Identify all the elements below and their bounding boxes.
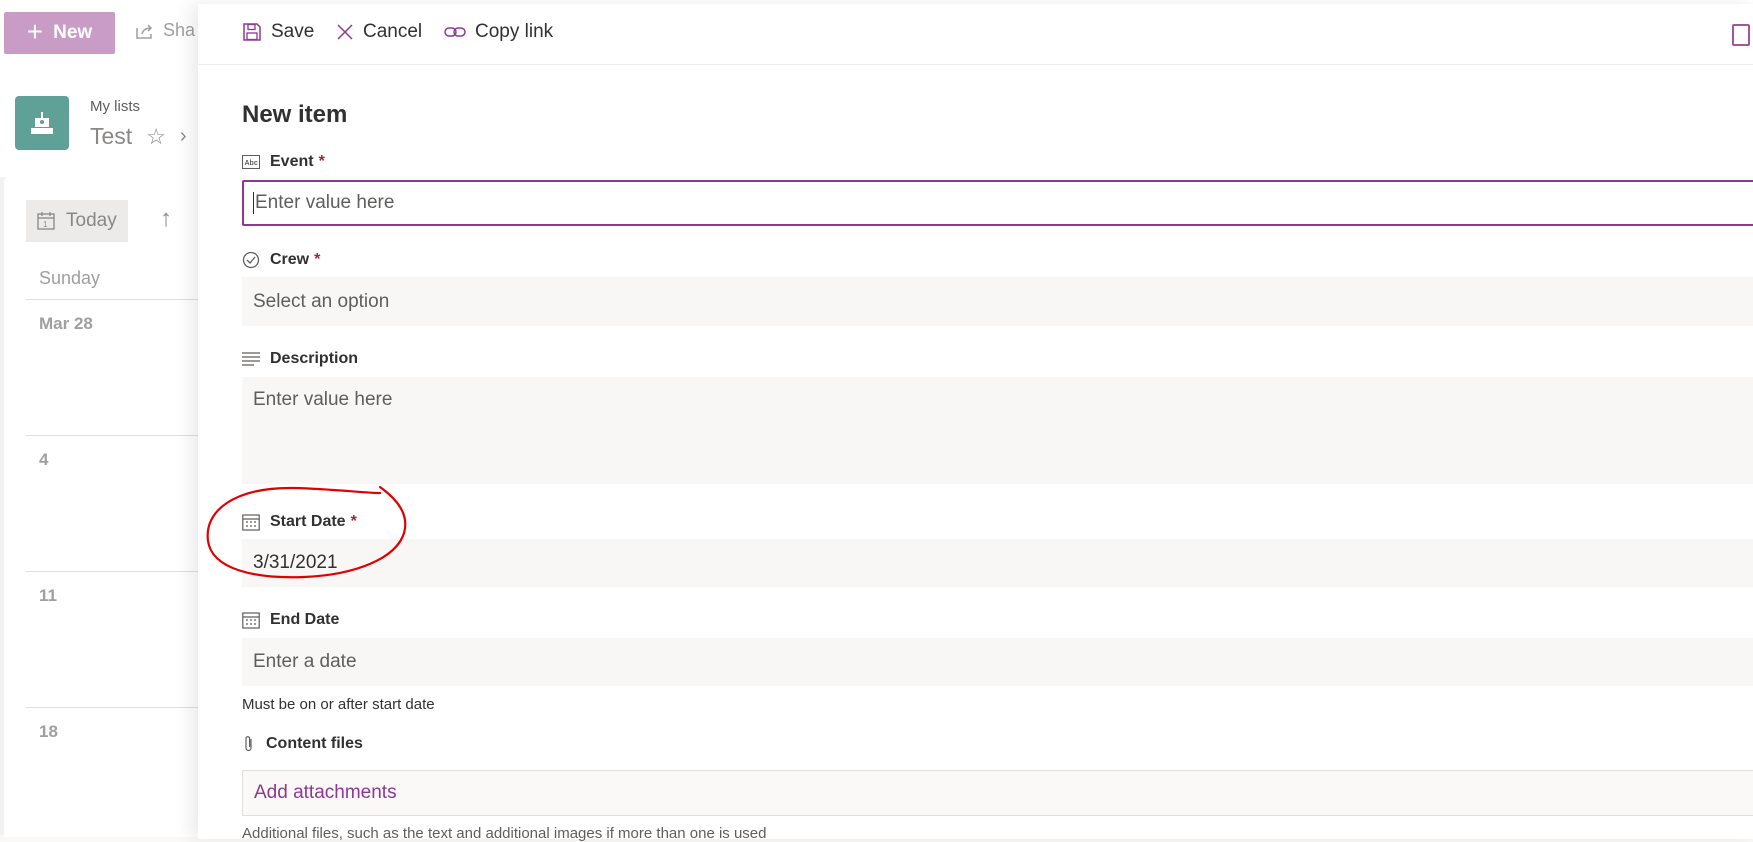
add-attachments-link[interactable]: Add attachments <box>254 782 397 804</box>
calendar-icon <box>242 612 260 629</box>
plus-icon: + <box>26 15 44 47</box>
save-icon <box>243 23 261 41</box>
multiline-text-icon <box>242 352 260 366</box>
end-date-helper-text: Must be on or after start date <box>242 696 435 713</box>
calendar-divider <box>26 707 226 708</box>
description-label: Description <box>242 350 358 368</box>
paperclip-icon <box>245 736 252 752</box>
start-date-value: 3/31/2021 <box>253 552 338 573</box>
required-marker: * <box>318 153 325 170</box>
link-icon <box>444 27 466 37</box>
event-label: Abc Event * <box>242 153 325 171</box>
chevron-right-icon[interactable]: › <box>180 125 187 148</box>
today-button-label: Today <box>66 210 117 231</box>
content-files-helper-text: Additional files, such as the text and a… <box>242 825 767 842</box>
calendar-divider <box>26 435 226 436</box>
choice-check-icon <box>242 251 260 269</box>
content-files-label: Content files <box>242 735 363 753</box>
save-label: Save <box>271 21 315 42</box>
start-date-input[interactable]: 3/31/2021 <box>242 539 1753 587</box>
favorite-star-icon[interactable]: ☆ <box>146 124 166 150</box>
new-item-panel: Save Cancel Copy link New item Abc Event… <box>198 4 1753 842</box>
copy-link-button[interactable]: Copy link <box>444 21 553 43</box>
copy-link-label: Copy link <box>475 21 554 42</box>
list-title: Test <box>90 123 133 149</box>
start-date-label: Start Date * <box>242 513 357 531</box>
share-button[interactable]: Sha <box>135 20 195 41</box>
text-field-icon: Abc <box>242 155 260 169</box>
crew-label: Crew * <box>242 251 320 269</box>
cancel-label: Cancel <box>363 21 423 42</box>
list-logo-icon <box>31 112 53 134</box>
description-placeholder: Enter value here <box>253 389 393 410</box>
text-caret <box>253 192 254 214</box>
new-button-label: New <box>53 22 93 43</box>
required-marker: * <box>350 513 357 530</box>
event-placeholder: Enter value here <box>255 192 395 213</box>
today-button[interactable]: 1 Today <box>26 200 128 242</box>
site-logo[interactable] <box>15 96 69 150</box>
calendar-day-cell[interactable]: 4 <box>39 450 48 470</box>
calendar-panel <box>4 177 224 837</box>
svg-text:Abc: Abc <box>245 160 258 167</box>
expand-panel-icon[interactable] <box>1732 24 1750 46</box>
calendar-divider <box>26 299 226 300</box>
crew-placeholder: Select an option <box>253 290 390 312</box>
description-textarea[interactable]: Enter value here <box>242 377 1753 484</box>
close-icon <box>337 24 353 40</box>
cancel-button[interactable]: Cancel <box>336 21 422 43</box>
list-title-row: Test ☆ › <box>90 123 187 150</box>
new-button[interactable]: + New <box>4 12 115 54</box>
calendar-day-cell[interactable]: 11 <box>39 586 57 606</box>
panel-title: New item <box>242 101 348 128</box>
end-date-label: End Date <box>242 611 339 629</box>
panel-command-bar: Save Cancel Copy link <box>198 4 1753 65</box>
arrow-up-icon[interactable]: ↑ <box>160 205 172 233</box>
calendar-day-cell[interactable]: 18 <box>39 722 58 742</box>
day-of-week-header: Sunday <box>39 268 101 288</box>
svg-text:1: 1 <box>43 220 48 229</box>
save-button[interactable]: Save <box>242 21 314 43</box>
calendar-today-icon: 1 <box>37 212 55 230</box>
share-icon <box>136 23 153 39</box>
calendar-day-cell[interactable]: Mar 28 <box>39 314 93 334</box>
end-date-placeholder: Enter a date <box>253 651 357 672</box>
add-attachments-box[interactable]: Add attachments <box>242 770 1753 816</box>
share-button-label: Sha <box>163 20 196 40</box>
event-input[interactable]: Enter value here <box>242 180 1753 226</box>
end-date-input[interactable]: Enter a date <box>242 638 1753 686</box>
crew-dropdown[interactable]: Select an option <box>242 277 1753 326</box>
breadcrumb-my-lists[interactable]: My lists <box>90 98 140 115</box>
calendar-icon <box>242 514 260 531</box>
calendar-divider <box>26 571 226 572</box>
required-marker: * <box>314 251 321 268</box>
